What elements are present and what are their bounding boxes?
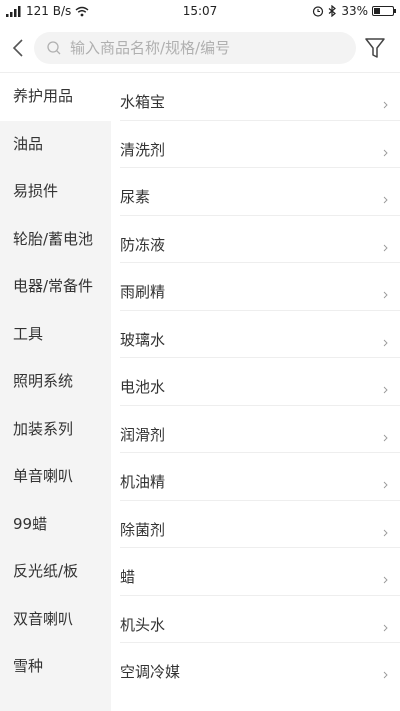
search-header — [0, 24, 400, 72]
list-item-label: 除菌剂 — [120, 520, 166, 539]
list-item[interactable]: 玻璃水 — [120, 311, 400, 358]
search-input[interactable] — [70, 39, 340, 57]
sidebar-item[interactable]: 99蜡 — [0, 501, 111, 549]
list-item[interactable]: 空调冷媒 — [120, 643, 400, 691]
list-item-label: 润滑剂 — [120, 425, 166, 444]
list-item[interactable]: 雨刷精 — [120, 263, 400, 311]
chevron-right-icon — [383, 576, 388, 584]
sidebar-item[interactable]: 单音喇叭 — [0, 453, 111, 501]
alarm-icon — [313, 6, 324, 17]
sidebar-item[interactable]: 照明系统 — [0, 358, 111, 406]
list-item[interactable]: 电池水 — [120, 358, 400, 406]
sidebar-item[interactable]: 油品 — [0, 121, 111, 169]
chevron-left-icon[interactable] — [10, 37, 26, 59]
list-item[interactable]: 水箱宝 — [120, 73, 400, 121]
list-item-label: 空调冷媒 — [120, 663, 181, 681]
list-item-label: 电池水 — [120, 378, 166, 396]
battery-icon — [372, 6, 396, 16]
chevron-right-icon — [383, 386, 388, 394]
sidebar-item[interactable]: 加装系列 — [0, 406, 111, 454]
list-item[interactable]: 机油精 — [120, 453, 400, 501]
list-item[interactable]: 防冻液 — [120, 216, 400, 263]
list-item-label: 尿素 — [120, 188, 151, 206]
sidebar-item[interactable]: 轮胎/蓄电池 — [0, 216, 111, 264]
battery-level-fill — [374, 8, 380, 14]
chevron-right-icon — [383, 291, 388, 299]
item-list: 水箱宝清洗剂尿素防冻液雨刷精玻璃水电池水润滑剂机油精除菌剂蜡机头水空调冷媒 — [111, 73, 400, 711]
search-box[interactable] — [34, 32, 356, 64]
chevron-right-icon — [383, 434, 388, 441]
list-item-label: 玻璃水 — [120, 330, 166, 349]
status-right: 33% — [312, 4, 396, 18]
category-sidebar: 养护用品 油品 易损件 轮胎/蓄电池 电器/常备件 工具 照明系统 加装系列 单音喇叭 99蜡 反光… — [0, 73, 111, 711]
chevron-right-icon — [383, 196, 388, 204]
battery-percent: 33% — [341, 4, 368, 18]
sidebar-item[interactable]: 电器/常备件 — [0, 263, 111, 311]
status-bar: 121 B/s 15:07 33% — [0, 0, 400, 24]
list-item-label: 雨刷精 — [120, 283, 166, 301]
list-item[interactable]: 尿素 — [120, 168, 400, 216]
sidebar-item[interactable]: 反光纸/板 — [0, 548, 111, 596]
list-item-label: 机油精 — [120, 473, 166, 491]
chevron-right-icon — [383, 529, 388, 536]
search-icon — [47, 41, 61, 55]
list-item[interactable]: 清洗剂 — [120, 121, 400, 168]
sidebar-item[interactable]: 养护用品 — [0, 73, 111, 121]
chevron-right-icon — [383, 339, 388, 346]
list-item-label: 机头水 — [120, 615, 166, 634]
sidebar-item[interactable]: 工具 — [0, 311, 111, 359]
chevron-right-icon — [383, 101, 388, 109]
chevron-right-icon — [383, 481, 388, 489]
sidebar-item[interactable]: 雪种 — [0, 643, 111, 691]
list-item[interactable]: 除菌剂 — [120, 501, 400, 548]
sidebar-item[interactable]: 双音喇叭 — [0, 596, 111, 644]
list-item-label: 水箱宝 — [120, 93, 166, 111]
list-item-label: 防冻液 — [120, 235, 166, 254]
filter-icon[interactable] — [364, 36, 386, 60]
chevron-right-icon — [383, 624, 388, 631]
list-item[interactable]: 机头水 — [120, 596, 400, 643]
chevron-right-icon — [383, 149, 388, 156]
chevron-right-icon — [383, 671, 388, 679]
list-item-label: 清洗剂 — [120, 140, 166, 159]
sidebar-item[interactable]: 易损件 — [0, 168, 111, 216]
bluetooth-icon — [328, 5, 337, 17]
list-item[interactable]: 蜡 — [120, 548, 400, 596]
chevron-right-icon — [383, 244, 388, 251]
list-item-label: 蜡 — [120, 568, 136, 586]
list-item[interactable]: 润滑剂 — [120, 406, 400, 453]
